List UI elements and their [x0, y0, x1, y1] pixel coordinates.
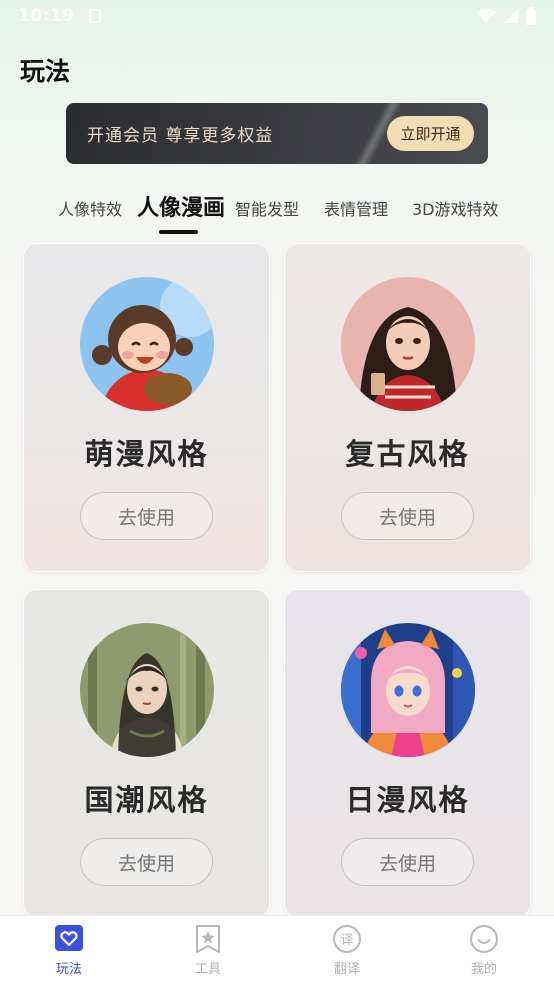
signal-icon [504, 9, 518, 23]
smile-icon [470, 925, 498, 953]
tab-expression[interactable]: 表情管理 [324, 196, 388, 220]
card-title: 日漫风格 [345, 783, 470, 817]
use-button[interactable]: 去使用 [80, 838, 213, 886]
tab-smart-hairstyle[interactable]: 智能发型 [235, 196, 299, 220]
status-icons [476, 7, 536, 25]
retro-style-avatar [341, 277, 475, 411]
tab-3d-game-effects[interactable]: 3D游戏特效 [412, 196, 499, 220]
notification-icon [88, 9, 101, 23]
page-title: 玩法 [20, 57, 71, 86]
heart-icon [55, 925, 83, 951]
star-bookmark-icon [196, 925, 220, 953]
style-card-guochao[interactable]: 国潮风格 去使用 [23, 589, 270, 918]
battery-icon [526, 7, 536, 25]
card-title: 国潮风格 [84, 783, 209, 817]
bottom-navigation: 玩法 工具 译 翻译 我的 [0, 915, 554, 984]
cute-style-avatar [80, 277, 214, 411]
category-tabs: 人像特效 人像漫画 智能发型 表情管理 3D游戏特效 [0, 186, 554, 236]
nav-item-tools[interactable]: 工具 [168, 924, 248, 977]
svg-text:译: 译 [340, 933, 353, 948]
translate-icon: 译 [333, 925, 361, 953]
tab-portrait-effects[interactable]: 人像特效 [58, 196, 122, 220]
card-title: 萌漫风格 [84, 437, 209, 471]
status-bar: 10:19 [0, 0, 554, 32]
card-title: 复古风格 [345, 437, 470, 471]
style-card-retro[interactable]: 复古风格 去使用 [284, 243, 531, 572]
nav-item-play[interactable]: 玩法 [29, 924, 109, 977]
guochao-style-avatar [80, 623, 214, 757]
style-card-cute[interactable]: 萌漫风格 去使用 [23, 243, 270, 572]
tab-portrait-comics[interactable]: 人像漫画 [137, 190, 225, 222]
anime-style-avatar [341, 623, 475, 757]
vip-open-button[interactable]: 立即开通 [387, 116, 474, 151]
status-time: 10:19 [18, 6, 75, 26]
nav-item-mine[interactable]: 我的 [444, 924, 524, 977]
style-card-anime[interactable]: 日漫风格 去使用 [284, 589, 531, 918]
nav-item-translate[interactable]: 译 翻译 [307, 924, 387, 977]
vip-banner-text: 开通会员 尊享更多权益 [87, 126, 274, 146]
use-button[interactable]: 去使用 [341, 838, 474, 886]
nav-label: 翻译 [333, 962, 360, 977]
vip-banner[interactable]: 开通会员 尊享更多权益 立即开通 [66, 103, 488, 164]
nav-label: 玩法 [55, 962, 82, 977]
wifi-icon [476, 8, 496, 23]
use-button[interactable]: 去使用 [80, 492, 213, 540]
use-button[interactable]: 去使用 [341, 492, 474, 540]
nav-label: 工具 [194, 962, 221, 977]
active-tab-indicator [159, 230, 198, 234]
nav-label: 我的 [470, 962, 497, 977]
